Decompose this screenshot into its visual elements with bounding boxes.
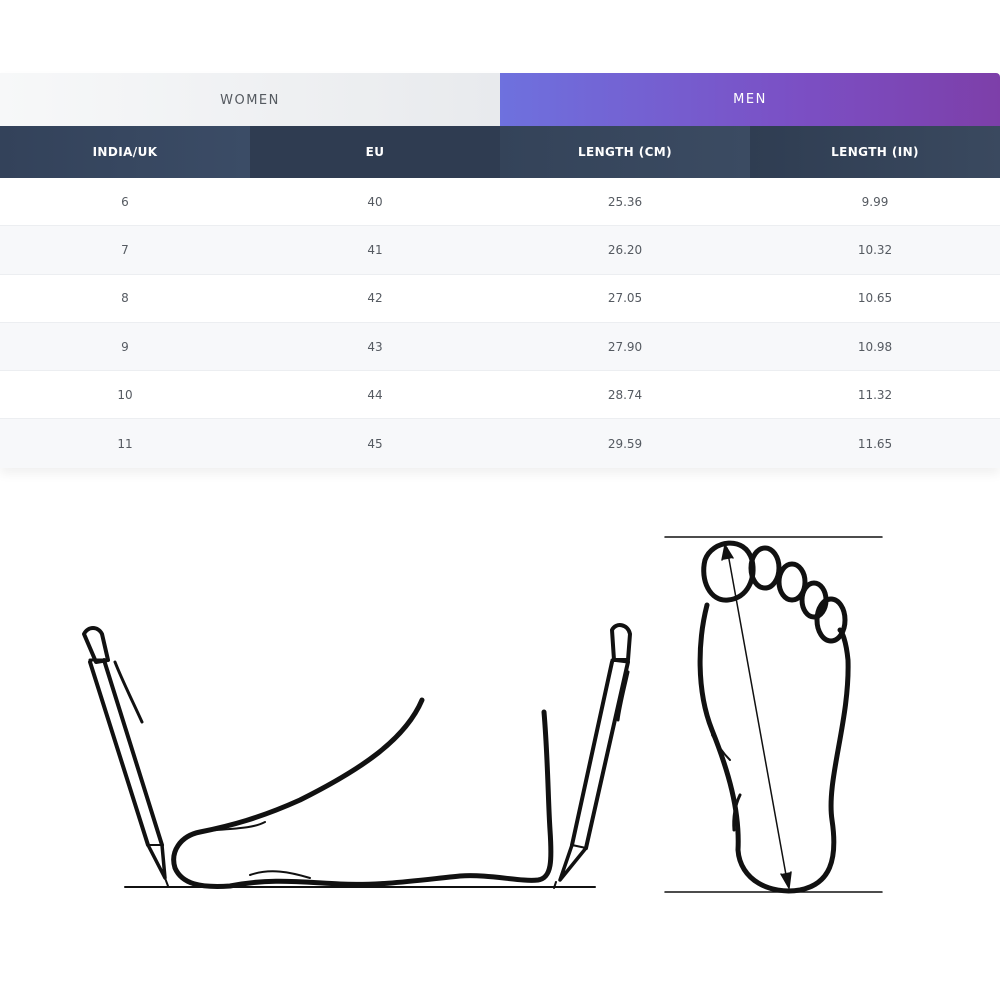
cell-length-cm: 29.59 xyxy=(607,436,643,451)
cell-length-in: 10.65 xyxy=(857,291,893,306)
foot-side-view-icon xyxy=(171,697,554,889)
column-header-length-cm: LENGTH (CM) xyxy=(500,126,750,178)
foot-measurement-illustration xyxy=(82,536,883,894)
cell-india-uk: 7 xyxy=(121,242,129,257)
cell-length-cm: 27.90 xyxy=(607,339,643,354)
column-header-india-uk: INDIA/UK xyxy=(0,126,250,178)
cell-eu: 43 xyxy=(367,339,383,354)
table-body: 6 40 25.36 9.99 7 41 26.20 10.32 8 42 27… xyxy=(0,178,1000,468)
gender-tabs: WOMEN MEN xyxy=(0,73,1000,126)
cell-eu: 40 xyxy=(367,194,383,209)
column-header-eu: EU xyxy=(250,126,500,178)
cell-india-uk: 11 xyxy=(117,436,133,451)
cell-length-in: 10.98 xyxy=(857,339,893,354)
cell-length-in: 11.32 xyxy=(857,387,893,402)
column-header-length-in: LENGTH (IN) xyxy=(750,126,1000,178)
cell-eu: 44 xyxy=(367,387,383,402)
table-row: 6 40 25.36 9.99 xyxy=(0,178,1000,227)
table-row: 9 43 27.90 10.98 xyxy=(0,322,1000,372)
cell-length-in: 11.65 xyxy=(857,436,893,451)
cell-india-uk: 10 xyxy=(117,387,133,402)
cell-length-cm: 28.74 xyxy=(607,387,643,402)
table-row: 8 42 27.05 10.65 xyxy=(0,274,1000,323)
cell-india-uk: 6 xyxy=(121,194,129,209)
cell-length-in: 9.99 xyxy=(861,194,889,209)
cell-length-cm: 27.05 xyxy=(607,291,643,306)
tab-women[interactable]: WOMEN xyxy=(0,73,500,126)
cell-india-uk: 8 xyxy=(121,291,129,306)
cell-length-cm: 25.36 xyxy=(607,194,643,209)
tab-men[interactable]: MEN xyxy=(500,73,1000,126)
left-pencil-icon xyxy=(82,626,169,887)
cell-length-cm: 26.20 xyxy=(607,242,643,257)
footprint-icon xyxy=(697,540,851,894)
table-row: 10 44 28.74 11.32 xyxy=(0,371,1000,420)
size-chart: WOMEN MEN INDIA/UK EU LENGTH (CM) LENGTH… xyxy=(0,73,1000,468)
cell-eu: 42 xyxy=(367,291,383,306)
cell-eu: 45 xyxy=(367,436,383,451)
right-pencil-icon xyxy=(553,623,632,889)
cell-eu: 41 xyxy=(367,242,383,257)
table-row: 7 41 26.20 10.32 xyxy=(0,226,1000,275)
table-header: INDIA/UK EU LENGTH (CM) LENGTH (IN) xyxy=(0,126,1000,178)
length-arrow-icon xyxy=(721,544,792,889)
cell-length-in: 10.32 xyxy=(857,242,893,257)
cell-india-uk: 9 xyxy=(121,339,129,354)
table-row: 11 45 29.59 11.65 xyxy=(0,419,1000,468)
